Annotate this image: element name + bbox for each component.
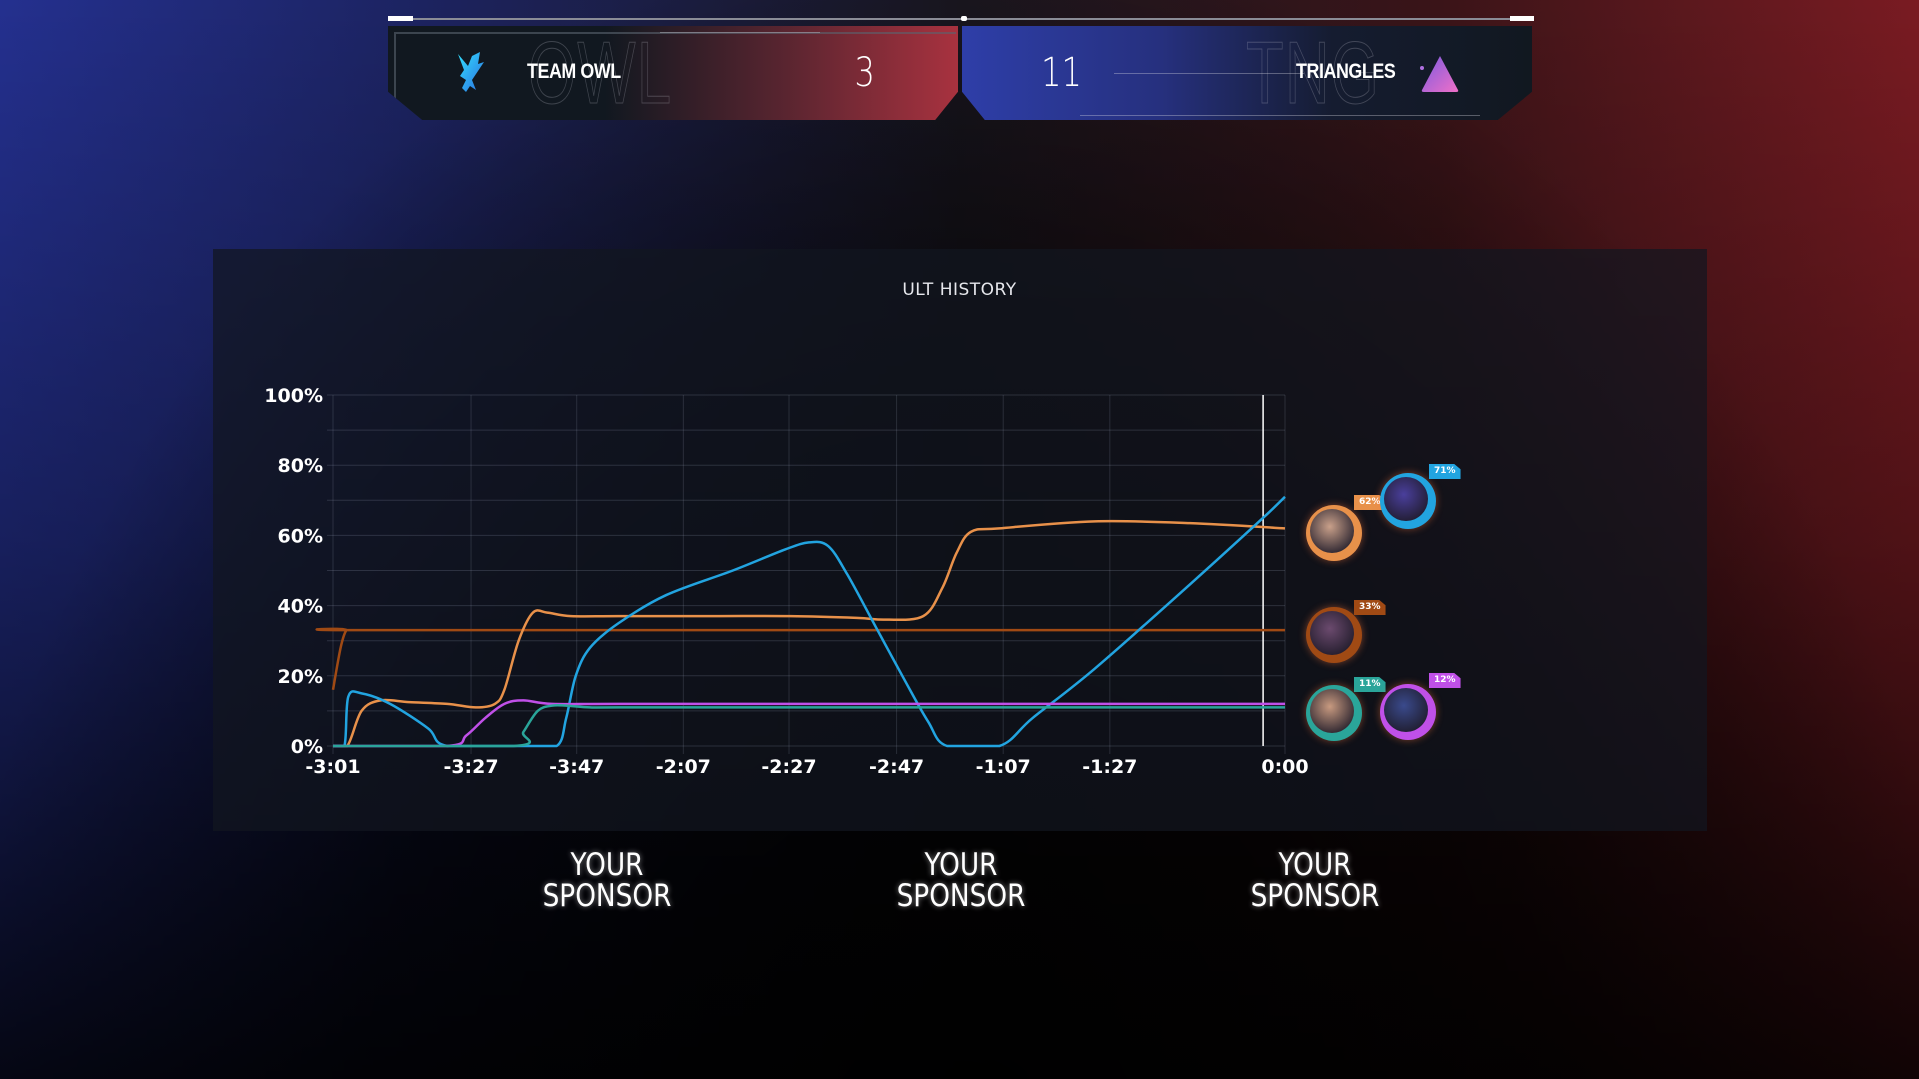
sponsor-line: SPONSOR xyxy=(1250,878,1380,914)
sponsor-line: YOUR xyxy=(924,847,998,883)
player-avatar xyxy=(1380,684,1436,740)
sponsor-line: YOUR xyxy=(1278,847,1352,883)
sponsor-slot: YOUR SPONSOR xyxy=(522,850,692,912)
y-tick-label: 80% xyxy=(278,455,323,477)
x-tick-label: -3:01 xyxy=(305,756,360,778)
series-line-orange-light xyxy=(333,519,1286,748)
x-tick-label: -3:27 xyxy=(443,756,498,778)
x-tick-label: -2:07 xyxy=(656,756,711,778)
player-avatar xyxy=(1306,505,1362,561)
agent-portrait-icon xyxy=(1384,688,1428,732)
y-tick-label: 0% xyxy=(291,736,323,758)
player-avatar xyxy=(1306,685,1362,741)
x-tick-label: -3:47 xyxy=(549,756,604,778)
y-tick-label: 100% xyxy=(264,385,323,407)
sponsor-line: YOUR xyxy=(570,847,644,883)
player-avatar xyxy=(1306,607,1362,663)
y-tick-label: 20% xyxy=(278,666,323,688)
agent-portrait-icon xyxy=(1310,689,1354,733)
x-tick-label: -2:47 xyxy=(869,756,924,778)
y-tick-label: 40% xyxy=(278,596,323,618)
ult-percent-badge: 12% xyxy=(1429,673,1461,688)
x-tick-label: -1:07 xyxy=(976,756,1031,778)
x-tick-label: 0:00 xyxy=(1261,756,1308,778)
player-avatar xyxy=(1380,473,1436,529)
ult-percent-badge: 11% xyxy=(1354,677,1386,692)
ult-percent-badge: 71% xyxy=(1429,464,1461,479)
x-tick-label: -1:27 xyxy=(1082,756,1137,778)
agent-portrait-icon xyxy=(1310,611,1354,655)
series-line-orange-dark xyxy=(315,627,1285,691)
ult-percent-badge: 33% xyxy=(1354,600,1386,615)
ult-history-chart: 0% 20% 40% 60% 80% 100% -3:01 -3:27 -3:47 -2:07 -2… xyxy=(264,385,1308,778)
agent-portrait-icon xyxy=(1310,509,1354,553)
sponsor-line: SPONSOR xyxy=(896,878,1026,914)
x-tick-label: -2:27 xyxy=(761,756,816,778)
sponsor-slot: YOUR SPONSOR xyxy=(876,850,1046,912)
sponsor-slot: YOUR SPONSOR xyxy=(1230,850,1400,912)
y-tick-label: 60% xyxy=(278,525,323,547)
sponsor-line: SPONSOR xyxy=(542,878,672,914)
agent-portrait-icon xyxy=(1384,477,1428,521)
